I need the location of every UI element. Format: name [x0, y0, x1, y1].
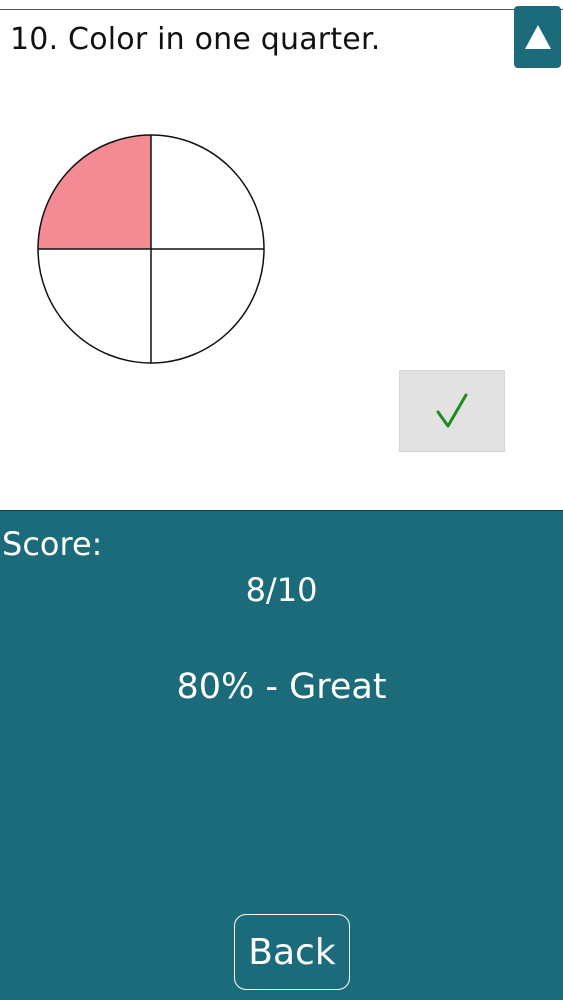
check-answer-button[interactable] — [399, 370, 505, 452]
triangle-up-icon — [524, 25, 551, 49]
question-text: 10. Color in one quarter. — [10, 22, 381, 57]
collapse-button[interactable] — [514, 6, 561, 68]
fraction-circle — [37, 134, 265, 364]
score-value: 8/10 — [245, 571, 318, 609]
quarter-bottom-right[interactable] — [151, 249, 264, 363]
score-label: Score: — [2, 525, 103, 563]
checkmark-icon — [436, 393, 468, 428]
quarter-top-right[interactable] — [151, 135, 264, 249]
quarter-bottom-left[interactable] — [38, 249, 151, 363]
top-divider — [0, 9, 563, 10]
score-panel: Score: 8/10 80% - Great Back — [0, 510, 563, 1000]
quarter-top-left[interactable] — [38, 135, 151, 249]
back-button[interactable]: Back — [234, 914, 350, 990]
score-rating: 80% - Great — [176, 667, 387, 707]
